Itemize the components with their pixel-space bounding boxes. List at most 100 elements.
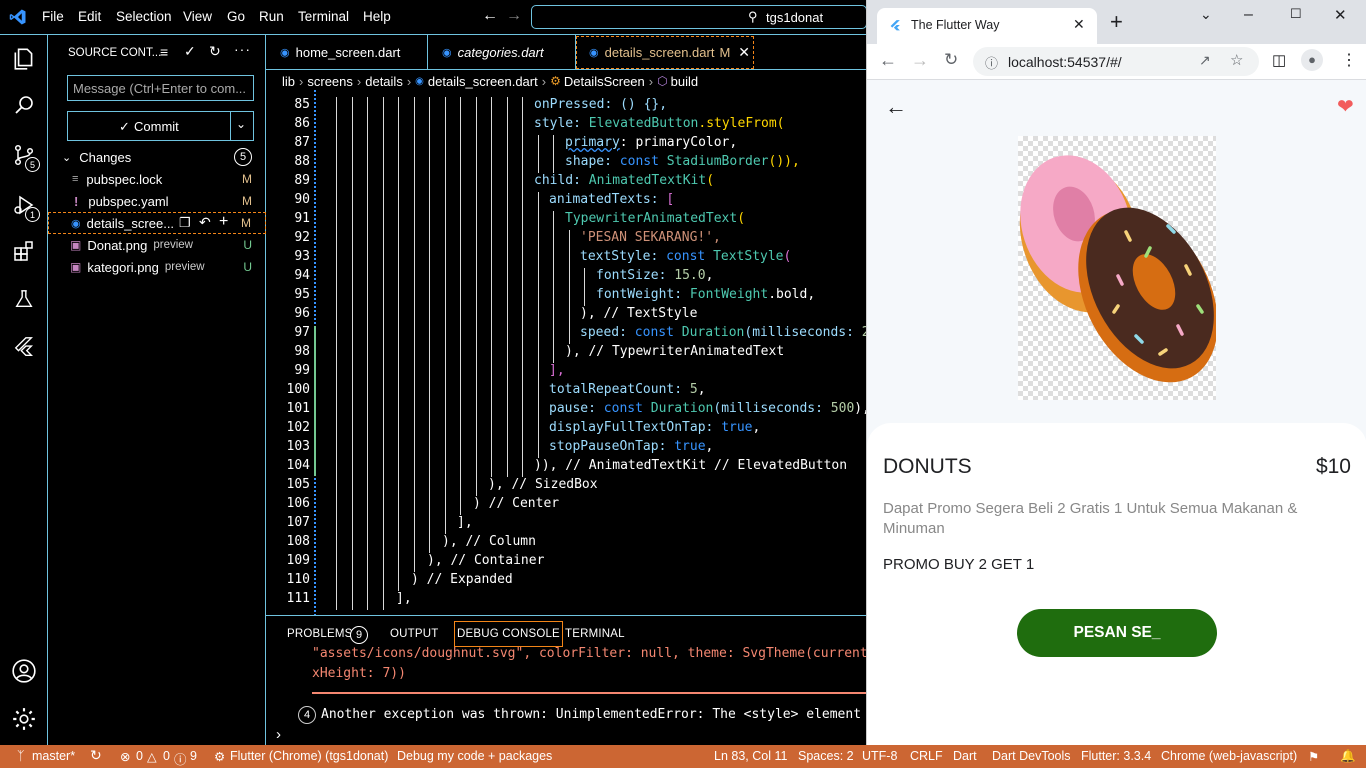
list-item[interactable]: ◉ details_scree... ❐ ↶ + M <box>48 212 266 234</box>
encoding[interactable]: UTF-8 <box>862 749 897 763</box>
breadcrumb-item[interactable]: DetailsScreen <box>564 74 645 89</box>
indentation[interactable]: Spaces: 2 <box>798 749 854 763</box>
menu-selection[interactable]: Selection <box>116 9 172 24</box>
breadcrumb-item[interactable]: details <box>365 74 403 89</box>
account-icon[interactable] <box>10 657 38 685</box>
close-icon[interactable]: ✕ <box>738 44 750 61</box>
menu-run[interactable]: Run <box>259 9 284 24</box>
info-icon[interactable]: ⓘ <box>174 749 187 768</box>
debug-mode-label[interactable]: Debug my code + packages <box>397 749 552 763</box>
branch-icon[interactable]: ᛉ <box>17 749 25 763</box>
notifications-bell-icon[interactable]: 🔔 <box>1340 749 1356 764</box>
source-control-icon[interactable]: 5 <box>10 141 40 172</box>
warning-icon[interactable]: △ <box>147 749 157 764</box>
tab-categories[interactable]: ◉ categories.dart <box>428 35 576 70</box>
forward-arrow-icon[interactable]: → <box>911 50 929 71</box>
commit-button[interactable]: ✓ Commit ⌄ <box>67 111 254 141</box>
tab-problems[interactable]: PROBLEMS <box>287 628 353 640</box>
new-tab-plus-icon[interactable]: + <box>1110 11 1123 33</box>
run-debug-icon[interactable]: 1 <box>10 191 40 222</box>
menu-view[interactable]: View <box>183 9 212 24</box>
menu-terminal[interactable]: Terminal <box>298 9 349 24</box>
tab-details-screen[interactable]: ◉ details_screen.dart M ✕ <box>576 36 754 69</box>
list-item[interactable]: ▣ kategori.png preview U <box>48 256 266 278</box>
devtools[interactable]: Dart DevTools <box>992 749 1071 763</box>
menu-kebab-icon[interactable]: ⋮ <box>1341 50 1357 70</box>
address-bar[interactable]: ⓘ localhost:54537/#/ ↗ ☆ <box>973 47 1259 76</box>
indent-guide <box>398 97 399 116</box>
refresh-icon[interactable]: ↻ <box>209 43 221 60</box>
share-icon[interactable]: ↗ <box>1199 52 1211 69</box>
changes-header[interactable]: ⌄ Changes 5 <box>48 146 266 168</box>
cursor-position[interactable]: Ln 83, Col 11 <box>714 749 787 763</box>
sync-icon[interactable]: ↻ <box>90 747 102 764</box>
open-file-icon[interactable]: ❐ <box>179 215 191 231</box>
close-icon[interactable]: ✕ <box>1073 16 1085 33</box>
indent-guide <box>398 268 399 287</box>
flutter-version[interactable]: Flutter: 3.3.4 <box>1081 749 1151 763</box>
code-editor[interactable]: 85 onPressed: () {}, 86 style: ElevatedButt… <box>266 90 866 615</box>
explorer-icon[interactable] <box>10 45 38 73</box>
indent-guide <box>522 344 523 363</box>
command-center[interactable]: ⚲ tgs1donat <box>531 5 867 29</box>
more-actions-icon[interactable]: ··· <box>234 41 251 57</box>
bookmark-star-icon[interactable]: ☆ <box>1230 51 1243 69</box>
chevron-down-icon[interactable]: ⌄ <box>236 117 246 131</box>
reload-icon[interactable]: ↻ <box>944 50 958 70</box>
testing-icon[interactable] <box>10 285 38 313</box>
breadcrumb-item[interactable]: details_screen.dart <box>428 74 538 89</box>
flutter-icon[interactable] <box>10 333 38 361</box>
maximize-icon[interactable]: ☐ <box>1290 6 1302 22</box>
settings-gear-icon[interactable] <box>10 705 38 733</box>
back-arrow-icon[interactable]: ← <box>879 50 897 71</box>
tab-search-chevron-icon[interactable]: ⌄ <box>1200 6 1212 23</box>
tab-terminal[interactable]: TERMINAL <box>565 628 625 640</box>
error-count[interactable]: 0 <box>136 749 143 763</box>
side-panel-icon[interactable]: ◫ <box>1272 51 1286 69</box>
order-button[interactable]: PESAN SE_ <box>1017 609 1217 657</box>
list-item[interactable]: ≡ pubspec.lock M <box>48 168 266 190</box>
info-icon[interactable]: ⓘ <box>985 53 998 72</box>
branch-name[interactable]: master* <box>32 749 75 763</box>
tab-home-screen[interactable]: ◉ home_screen.dart <box>266 35 428 70</box>
minimize-icon[interactable]: – <box>1244 6 1253 24</box>
back-arrow-icon[interactable]: ← <box>885 94 907 120</box>
list-item[interactable]: ▣ Donat.png preview U <box>48 234 266 256</box>
breadcrumb-item[interactable]: screens <box>307 74 353 89</box>
info-count[interactable]: 9 <box>190 749 197 763</box>
list-item[interactable]: ! pubspec.yaml M <box>48 190 266 212</box>
view-as-tree-icon[interactable]: ≡ <box>160 44 168 60</box>
chevron-right-icon[interactable]: › <box>276 726 281 743</box>
feedback-icon[interactable]: ⚑ <box>1308 749 1319 764</box>
error-icon[interactable]: ⊗ <box>120 749 130 764</box>
device-target[interactable]: Chrome (web-javascript) <box>1161 749 1297 763</box>
breadcrumb-item[interactable]: build <box>671 74 698 89</box>
indent-guide <box>336 116 337 135</box>
tab-debug-console[interactable]: DEBUG CONSOLE <box>454 621 563 647</box>
device-icon[interactable]: ⚙ <box>214 749 225 764</box>
stage-plus-icon[interactable]: + <box>219 213 228 231</box>
eol[interactable]: CRLF <box>910 749 943 763</box>
image-file-icon: ▣ <box>70 260 82 274</box>
menu-go[interactable]: Go <box>227 9 245 24</box>
close-window-icon[interactable]: ✕ <box>1334 6 1347 24</box>
search-icon[interactable] <box>10 91 38 119</box>
commit-check-icon[interactable]: ✓ <box>184 43 196 60</box>
browser-tab[interactable]: The Flutter Way ✕ <box>877 8 1097 44</box>
back-arrow-icon[interactable]: ← <box>482 7 498 25</box>
tab-output[interactable]: OUTPUT <box>390 628 438 640</box>
device-label[interactable]: Flutter (Chrome) (tgs1donat) <box>230 749 388 763</box>
heart-icon[interactable]: ❤ <box>1337 94 1354 119</box>
discard-icon[interactable]: ↶ <box>199 214 211 231</box>
menu-file[interactable]: File <box>42 9 64 24</box>
extensions-icon[interactable] <box>10 237 38 265</box>
warning-count[interactable]: 0 <box>163 749 170 763</box>
console-output-line: xHeight: 7)) <box>312 666 406 681</box>
language-mode[interactable]: Dart <box>953 749 977 763</box>
breadcrumb-item[interactable]: lib <box>282 74 295 89</box>
commit-message-input[interactable]: Message (Ctrl+Enter to com... <box>67 75 254 101</box>
menu-help[interactable]: Help <box>363 9 391 24</box>
profile-avatar-icon[interactable]: ● <box>1301 49 1323 71</box>
menu-edit[interactable]: Edit <box>78 9 101 24</box>
forward-arrow-icon[interactable]: → <box>506 7 522 25</box>
